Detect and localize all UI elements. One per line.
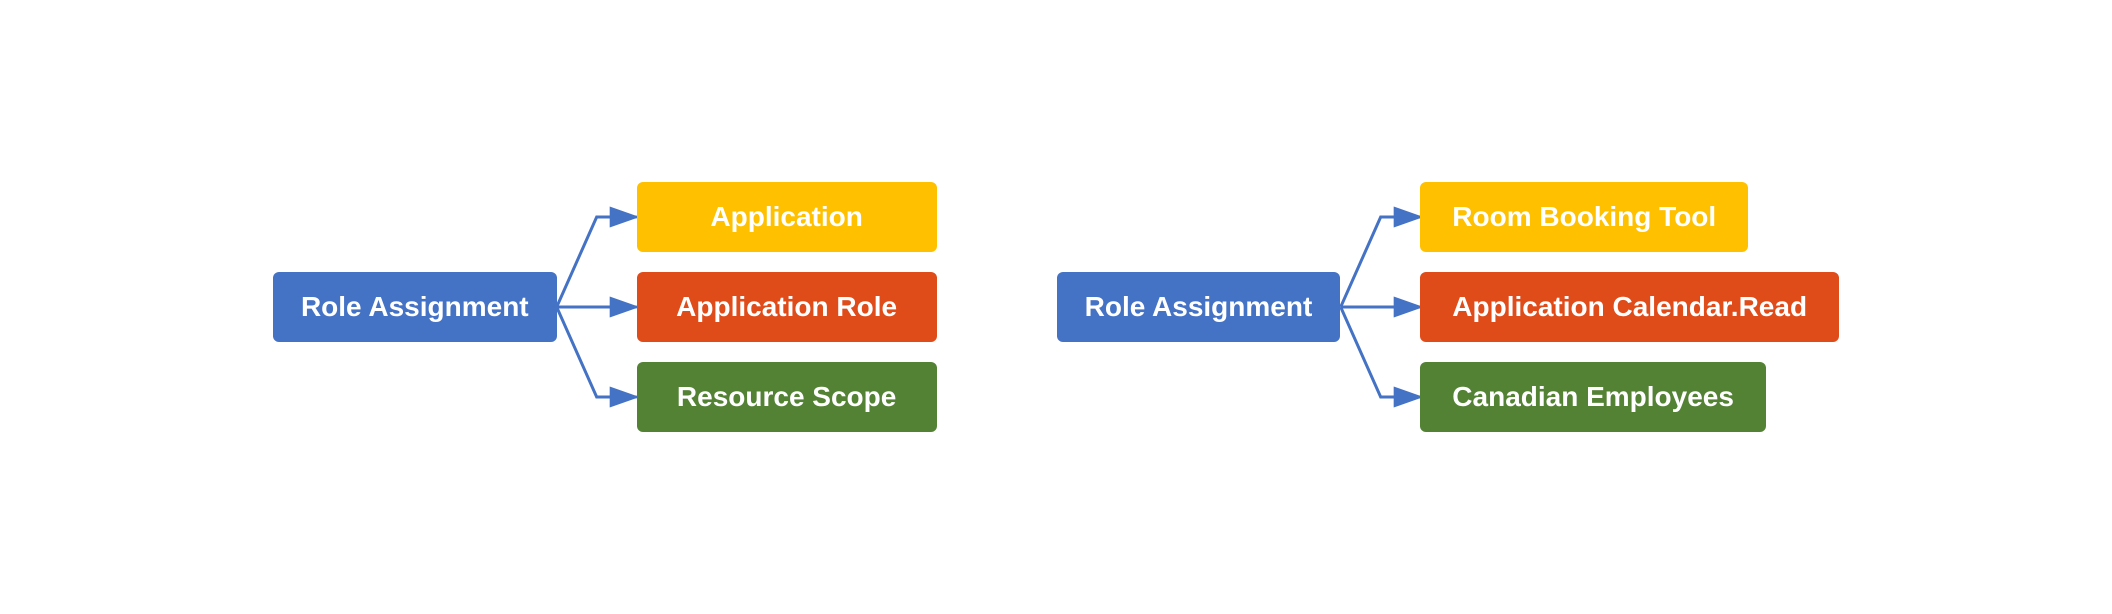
app-calendar-box: Application Calendar.Read <box>1420 272 1839 342</box>
diagram-1: Role Assignment Application Application … <box>273 182 937 432</box>
application-role-label: Application Role <box>676 291 897 323</box>
resource-scope-box: Resource Scope <box>637 362 937 432</box>
application-role-box: Application Role <box>637 272 937 342</box>
targets-2: Room Booking Tool Application Calendar.R… <box>1420 182 1839 432</box>
target-row: Application Role <box>637 272 937 342</box>
room-booking-box: Room Booking Tool <box>1420 182 1748 252</box>
app-calendar-label: Application Calendar.Read <box>1452 291 1807 323</box>
source-label-2: Role Assignment <box>1085 291 1313 323</box>
diagram-2: Role Assignment Room Booking Tool Applic… <box>1057 182 1839 432</box>
source-box-1: Role Assignment <box>273 272 557 342</box>
targets-1: Application Application Role Resource Sc… <box>637 182 937 432</box>
target-row: Application <box>637 182 937 252</box>
target-row: Application Calendar.Read <box>1420 272 1839 342</box>
canadian-employees-box: Canadian Employees <box>1420 362 1766 432</box>
target-row: Canadian Employees <box>1420 362 1766 432</box>
source-label-1: Role Assignment <box>301 291 529 323</box>
canadian-employees-label: Canadian Employees <box>1452 381 1734 413</box>
room-booking-label: Room Booking Tool <box>1452 201 1716 233</box>
application-box: Application <box>637 182 937 252</box>
resource-scope-label: Resource Scope <box>677 381 896 413</box>
application-label: Application <box>710 201 862 233</box>
diagrams-container: Role Assignment Application Application … <box>0 182 2112 432</box>
target-row: Resource Scope <box>637 362 937 432</box>
source-box-2: Role Assignment <box>1057 272 1341 342</box>
target-row: Room Booking Tool <box>1420 182 1748 252</box>
